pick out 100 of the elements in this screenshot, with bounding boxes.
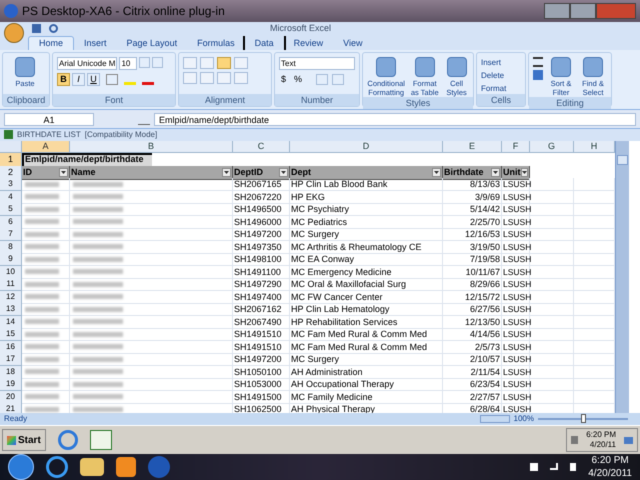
table-cell: 2/10/57 bbox=[443, 353, 502, 366]
table-cell: 10/11/67 bbox=[443, 266, 502, 279]
blurred-text bbox=[25, 394, 59, 400]
table-cell: AH Administration bbox=[290, 366, 443, 379]
row-header[interactable]: 20 bbox=[0, 390, 22, 404]
filter-button[interactable] bbox=[222, 168, 231, 178]
blurred-text bbox=[73, 394, 123, 400]
table-cell: SH2067220 bbox=[233, 190, 290, 204]
ribbon-tab[interactable]: Insert bbox=[74, 36, 117, 50]
row-header[interactable]: 4 bbox=[0, 190, 22, 204]
start-button[interactable]: Start bbox=[2, 429, 46, 452]
row-header[interactable]: 7 bbox=[0, 228, 22, 242]
maximize-button[interactable] bbox=[570, 2, 596, 19]
filter-button[interactable] bbox=[432, 168, 441, 178]
row-header[interactable]: 17 bbox=[0, 353, 22, 366]
column-header[interactable]: B bbox=[70, 141, 233, 154]
clock-date: 4/20/11 bbox=[590, 440, 616, 450]
table-cell: SH1497350 bbox=[233, 240, 290, 254]
table-cell: MC Surgery bbox=[290, 228, 443, 242]
blurred-text bbox=[73, 344, 123, 350]
empty-cell bbox=[530, 303, 574, 316]
ribbon-tab[interactable]: Data bbox=[244, 36, 284, 50]
column-header[interactable]: D bbox=[290, 141, 443, 154]
table-cell: SH1053000 bbox=[233, 378, 290, 392]
table-cell: SH1496000 bbox=[233, 216, 290, 229]
row-header[interactable]: 11 bbox=[0, 278, 22, 292]
column-header[interactable]: F bbox=[502, 141, 530, 154]
size-field[interactable]: 10 bbox=[119, 56, 138, 70]
cells-button[interactable]: Delete bbox=[481, 70, 506, 81]
table-cell: SH1498100 bbox=[233, 253, 290, 266]
table-cell: HP Rehabilitation Services bbox=[290, 316, 443, 329]
cells-button[interactable]: Format bbox=[481, 82, 506, 94]
vertical-scrollbar[interactable] bbox=[615, 141, 629, 414]
empty-cell bbox=[530, 216, 574, 229]
table-cell: LSUSH bbox=[502, 378, 530, 392]
empty-cell bbox=[530, 290, 574, 304]
row-header[interactable]: 14 bbox=[0, 316, 22, 329]
blurred-text bbox=[25, 356, 59, 362]
formula-field[interactable]: Emlpid/name/dept/birthdate bbox=[154, 113, 636, 126]
ribbon-tab[interactable]: Page Layout bbox=[116, 36, 188, 50]
filter-button[interactable] bbox=[520, 168, 528, 178]
ribbon-tab[interactable]: View bbox=[333, 36, 372, 50]
font-field[interactable]: Arial Unicode M bbox=[57, 56, 118, 70]
table-cell: MC Psychiatry bbox=[290, 203, 443, 216]
column-header[interactable]: H bbox=[574, 141, 615, 154]
style-toggle-button[interactable]: I bbox=[72, 72, 85, 86]
blurred-text bbox=[25, 344, 59, 350]
blurred-text bbox=[73, 219, 123, 224]
row-header[interactable]: 3 bbox=[0, 178, 22, 192]
table-cell: LSUSH bbox=[502, 290, 530, 304]
ribbon-tab[interactable]: Formulas bbox=[187, 36, 245, 50]
empty-cell bbox=[530, 190, 574, 204]
blurred-text bbox=[73, 206, 123, 212]
table-cell: 2/25/70 bbox=[443, 216, 502, 229]
table-cell: 6/23/54 bbox=[443, 378, 502, 392]
group-label: Clipboard bbox=[3, 94, 49, 106]
percent-button[interactable]: % bbox=[292, 72, 304, 86]
table-cell: 12/16/53 bbox=[443, 228, 502, 242]
table-cell: MC Pediatrics bbox=[290, 216, 443, 229]
minimize-button[interactable] bbox=[544, 2, 570, 19]
row-header[interactable]: 12 bbox=[0, 290, 22, 304]
blurred-text bbox=[73, 232, 123, 237]
filter-button[interactable] bbox=[279, 168, 288, 178]
ribbon-tab[interactable]: Home bbox=[28, 36, 74, 50]
row-header[interactable]: 13 bbox=[0, 303, 22, 316]
currency-button[interactable]: $ bbox=[279, 72, 288, 86]
row-header[interactable]: 19 bbox=[0, 378, 22, 392]
style-toggle-button[interactable]: B bbox=[57, 72, 70, 86]
group-label: Styles bbox=[363, 96, 473, 109]
table-cell: SH1491500 bbox=[233, 390, 290, 404]
table-cell: HP Clin Lab Blood Bank bbox=[290, 178, 443, 192]
filter-button[interactable] bbox=[491, 168, 500, 178]
column-header[interactable]: E bbox=[443, 141, 502, 154]
cells-button[interactable]: Insert bbox=[481, 56, 506, 68]
number-format-field[interactable]: Text bbox=[279, 56, 355, 70]
table-cell: SH1497400 bbox=[233, 290, 290, 304]
style-toggle-button[interactable]: U bbox=[87, 72, 100, 86]
table-cell: 7/19/58 bbox=[443, 253, 502, 266]
column-header[interactable]: G bbox=[530, 141, 574, 154]
header-label: Birthdate bbox=[444, 166, 484, 179]
table-cell: LSUSH bbox=[502, 203, 530, 216]
row-header[interactable]: 6 bbox=[0, 216, 22, 229]
row-header[interactable]: 15 bbox=[0, 328, 22, 342]
filter-button[interactable] bbox=[59, 168, 68, 178]
ribbon-tab[interactable]: Review bbox=[284, 36, 334, 50]
row-header[interactable]: 5 bbox=[0, 203, 22, 216]
row-header[interactable]: 18 bbox=[0, 366, 22, 379]
column-header[interactable]: A bbox=[22, 141, 70, 154]
table-cell: LSUSH bbox=[502, 316, 530, 329]
row-header[interactable]: 16 bbox=[0, 340, 22, 354]
name-box[interactable]: A1 bbox=[4, 113, 94, 126]
blurred-text bbox=[73, 382, 123, 387]
scroll-thumb[interactable] bbox=[617, 155, 628, 166]
empty-cell bbox=[530, 240, 574, 254]
row-header[interactable]: 10 bbox=[0, 266, 22, 279]
column-header[interactable]: C bbox=[233, 141, 290, 154]
row-header[interactable]: 8 bbox=[0, 240, 22, 254]
zoom-thumb[interactable] bbox=[580, 414, 586, 424]
blurred-text bbox=[73, 256, 123, 262]
row-header[interactable]: 9 bbox=[0, 253, 22, 266]
